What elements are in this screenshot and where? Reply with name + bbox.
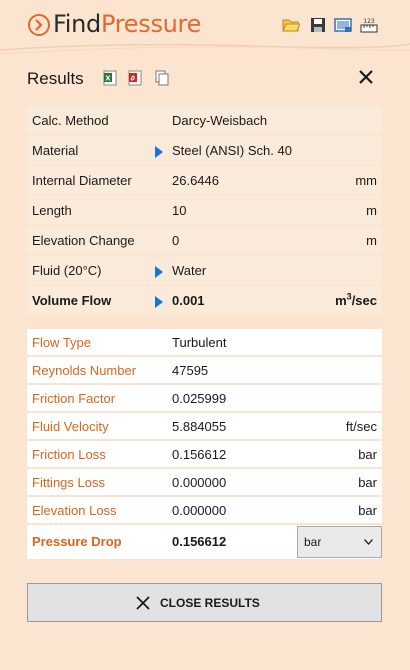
row-fluid-velocity: Fluid Velocity 5.884055 ft/sec [27, 413, 382, 441]
row-value: 0.000000 [172, 475, 227, 490]
units-ruler-icon[interactable]: 123 [360, 16, 378, 34]
logo-arrow-icon [28, 14, 50, 36]
row-value: 0.025999 [172, 391, 227, 406]
app-title-part2: Pressure [100, 10, 202, 38]
row-label: Fittings Loss [32, 475, 105, 490]
row-length[interactable]: Length 10 m [27, 196, 382, 226]
row-label: Elevation Loss [32, 503, 117, 518]
row-label: Elevation Change [32, 233, 135, 248]
row-label: Flow Type [32, 335, 92, 350]
row-reynolds-number: Reynolds Number 47595 [27, 357, 382, 385]
row-label: Pressure Drop [32, 534, 122, 549]
select-value: bar [304, 535, 322, 549]
arrow-right-icon[interactable] [155, 296, 163, 308]
row-unit: m [366, 233, 377, 248]
row-unit: ft/sec [345, 419, 377, 434]
unit-tail: /sec [351, 293, 377, 308]
row-value: 0.000000 [172, 503, 227, 518]
row-flow-type: Flow Type Turbulent [27, 329, 382, 357]
row-value: 10 [172, 203, 187, 218]
pressure-unit-select[interactable]: bar [297, 526, 382, 558]
row-unit: m3/sec [335, 286, 377, 316]
row-label: Calc. Method [32, 113, 109, 128]
row-pressure-drop: Pressure Drop 0.156612 bar [27, 525, 382, 559]
row-value: 5.884055 [172, 419, 227, 434]
row-calc-method[interactable]: Calc. Method Darcy-Weisbach [27, 106, 382, 136]
copy-icon[interactable] [155, 70, 169, 86]
results-title: Results [27, 69, 84, 88]
row-label: Friction Factor [32, 391, 116, 406]
row-label: Friction Loss [32, 447, 106, 462]
row-label: Reynolds Number [32, 363, 137, 378]
close-results-button[interactable]: CLOSE RESULTS [27, 583, 382, 622]
unit-base: m [335, 293, 347, 308]
row-unit: bar [358, 475, 377, 490]
save-icon[interactable] [309, 16, 327, 34]
row-label: Material [32, 143, 79, 158]
row-fluid[interactable]: Fluid (20°C) Water [27, 256, 382, 286]
row-elevation-change[interactable]: Elevation Change 0 m [27, 226, 382, 256]
row-label: Internal Diameter [32, 173, 132, 188]
header-swoosh [0, 43, 410, 55]
row-value: 0.156612 [172, 447, 227, 462]
inputs-table: Calc. Method Darcy-Weisbach Material Ste… [27, 106, 382, 316]
row-value: 0 [172, 233, 180, 248]
close-icon [136, 596, 150, 610]
row-value: 26.6446 [172, 173, 219, 188]
outputs-table: Flow Type Turbulent Reynolds Number 4759… [27, 329, 382, 559]
svg-text:123: 123 [363, 18, 375, 25]
row-friction-factor: Friction Factor 0.025999 [27, 385, 382, 413]
row-label: Volume Flow [32, 293, 112, 308]
row-value: 0.156612 [172, 534, 227, 549]
arrow-right-icon[interactable] [155, 146, 163, 158]
row-value: 47595 [172, 363, 209, 378]
row-label: Length [32, 203, 72, 218]
row-unit: bar [358, 447, 377, 462]
row-unit: mm [355, 173, 377, 188]
arrow-right-icon[interactable] [155, 266, 163, 278]
app-title: FindPressure [53, 8, 201, 40]
folder-open-icon[interactable] [282, 16, 300, 34]
row-value: Water [172, 263, 207, 278]
row-unit: bar [358, 503, 377, 518]
pdf-icon[interactable] [128, 70, 142, 86]
row-value: 0.001 [172, 293, 205, 308]
excel-icon[interactable]: X [103, 70, 117, 86]
row-value: Turbulent [172, 335, 227, 350]
row-fittings-loss: Fittings Loss 0.000000 bar [27, 469, 382, 497]
row-elevation-loss: Elevation Loss 0.000000 bar [27, 497, 382, 525]
close-results-label: CLOSE RESULTS [160, 596, 260, 610]
close-icon[interactable] [357, 68, 375, 86]
row-friction-loss: Friction Loss 0.156612 bar [27, 441, 382, 469]
row-volume-flow[interactable]: Volume Flow 0.001 m3/sec [27, 286, 382, 316]
chevron-down-icon [364, 539, 373, 545]
app-title-part1: Find [53, 10, 101, 38]
row-unit: m [366, 203, 377, 218]
row-value: Darcy-Weisbach [172, 113, 268, 128]
row-label: Fluid (20°C) [32, 263, 102, 278]
row-label: Fluid Velocity [32, 419, 109, 434]
row-internal-diameter[interactable]: Internal Diameter 26.6446 mm [27, 166, 382, 196]
svg-text:X: X [105, 75, 111, 83]
row-material[interactable]: Material Steel (ANSI) Sch. 40 [27, 136, 382, 166]
screenshot-icon[interactable] [334, 16, 352, 34]
row-value: Steel (ANSI) Sch. 40 [172, 143, 292, 158]
